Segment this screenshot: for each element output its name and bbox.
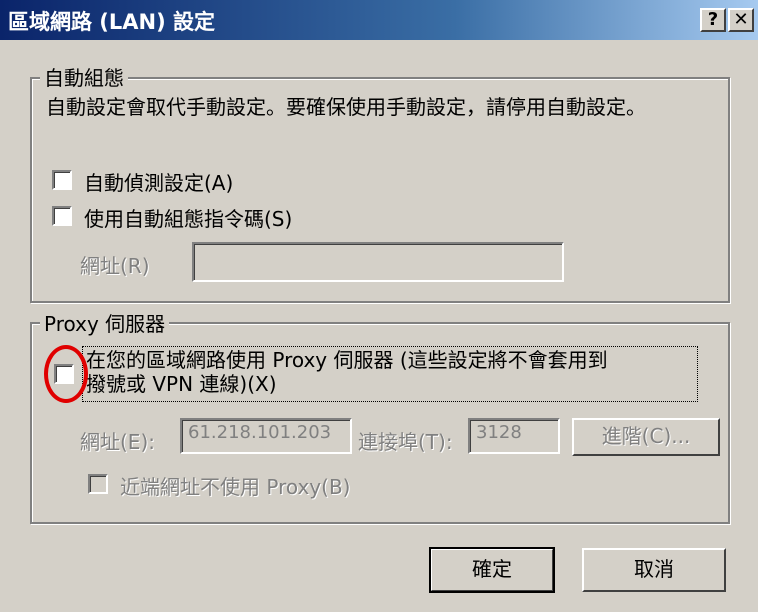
auto-detect-label[interactable]: 自動偵測設定(A) xyxy=(84,167,233,196)
ok-button[interactable]: 確定 xyxy=(429,547,555,593)
use-proxy-label-line1: 在您的區域網路使用 Proxy 伺服器 (這些設定將不會套用到 xyxy=(86,348,608,372)
bypass-local-label[interactable]: 近端網址不使用 Proxy(B) xyxy=(120,471,350,500)
auto-address-label: 網址(R) xyxy=(80,254,150,278)
auto-script-label[interactable]: 使用自動組態指令碼(S) xyxy=(84,203,292,232)
window-title: 區域網路 (LAN) 設定 xyxy=(8,10,216,34)
bypass-local-checkbox[interactable] xyxy=(88,474,108,494)
proxy-address-label: 網址(E): xyxy=(80,430,155,454)
auto-script-checkbox[interactable] xyxy=(52,206,72,226)
proxy-port-label: 連接埠(T): xyxy=(358,430,453,454)
proxy-address-field[interactable]: 61.218.101.203 xyxy=(180,418,352,454)
proxy-port-field[interactable]: 3128 xyxy=(468,418,560,454)
auto-config-description: 自動設定會取代手動設定。要確保使用手動設定，請停用自動設定。 xyxy=(46,95,646,119)
close-button[interactable]: ✕ xyxy=(728,8,754,32)
auto-config-legend: 自動組態 xyxy=(40,62,128,91)
proxy-legend: Proxy 伺服器 xyxy=(40,308,170,337)
advanced-button[interactable]: 進階(C)... xyxy=(572,418,720,456)
use-proxy-checkbox[interactable] xyxy=(54,364,74,384)
help-button[interactable]: ? xyxy=(700,8,726,32)
title-bar[interactable]: 區域網路 (LAN) 設定 ? ✕ xyxy=(0,0,758,40)
use-proxy-label-line2: 撥號或 VPN 連線)(X) xyxy=(86,372,277,396)
close-icon: ✕ xyxy=(733,9,749,30)
use-proxy-label[interactable]: 在您的區域網路使用 Proxy 伺服器 (這些設定將不會套用到 撥號或 VPN … xyxy=(86,348,608,396)
auto-address-field[interactable] xyxy=(192,242,564,282)
auto-detect-checkbox[interactable] xyxy=(52,170,72,190)
cancel-button[interactable]: 取消 xyxy=(582,548,726,592)
